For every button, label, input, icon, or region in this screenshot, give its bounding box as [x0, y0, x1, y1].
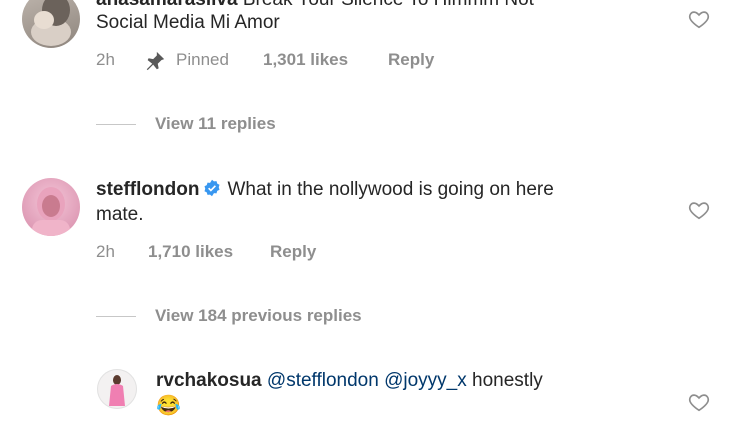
- divider-line: [96, 316, 136, 317]
- reply-header: rvchakosua @stefflondon @joyyy_x honestl…: [156, 369, 543, 393]
- view-previous-replies-button[interactable]: View 184 previous replies: [155, 306, 362, 326]
- like-heart-icon[interactable]: [688, 8, 710, 30]
- avatar-anasamarasilva[interactable]: [22, 0, 80, 48]
- pin-icon: [144, 50, 166, 72]
- comment-2-username[interactable]: stefflondon: [96, 179, 199, 200]
- comment-2-text-line2: mate.: [96, 204, 144, 225]
- comment-2-reply-button[interactable]: Reply: [270, 242, 316, 262]
- comment-1-time: 2h: [96, 50, 115, 69]
- avatar-image: [31, 0, 71, 46]
- comment-1-text-line1: Break Your Silence To Himmm Not: [243, 0, 534, 10]
- comment-2-header: stefflondon What in the nollywood is goin…: [96, 178, 554, 202]
- comment-1-username[interactable]: anasamarasilva: [96, 0, 238, 10]
- comment-1-meta: 2h: [96, 50, 115, 70]
- comment-1-reply-button[interactable]: Reply: [388, 50, 434, 70]
- avatar-image: [109, 375, 125, 406]
- reply-username[interactable]: rvchakosua: [156, 370, 262, 391]
- comment-2-text-line1: What in the nollywood is going on here: [227, 179, 554, 200]
- avatar-image: [32, 187, 70, 236]
- mention-joyyy-x[interactable]: @joyyy_x: [384, 370, 467, 391]
- comment-1-text-line2: Social Media Mi Amor: [96, 12, 280, 33]
- divider-line: [96, 124, 136, 125]
- reply-text: honestly: [472, 370, 543, 391]
- comment-2-likes[interactable]: 1,710 likes: [148, 242, 233, 262]
- mention-stefflondon[interactable]: @stefflondon: [267, 370, 379, 391]
- laughing-tears-emoji: 😂: [156, 395, 181, 417]
- view-replies-button[interactable]: View 11 replies: [155, 114, 276, 134]
- like-heart-icon[interactable]: [688, 391, 710, 413]
- like-heart-icon[interactable]: [688, 199, 710, 221]
- comment-1-pinned-label: Pinned: [176, 50, 229, 69]
- comment-1-likes[interactable]: 1,301 likes: [263, 50, 348, 70]
- comment-2-time: 2h: [96, 242, 115, 261]
- verified-badge-icon: [203, 179, 221, 197]
- avatar-stefflondon[interactable]: [22, 178, 80, 236]
- avatar-rvchakosua[interactable]: [97, 369, 137, 409]
